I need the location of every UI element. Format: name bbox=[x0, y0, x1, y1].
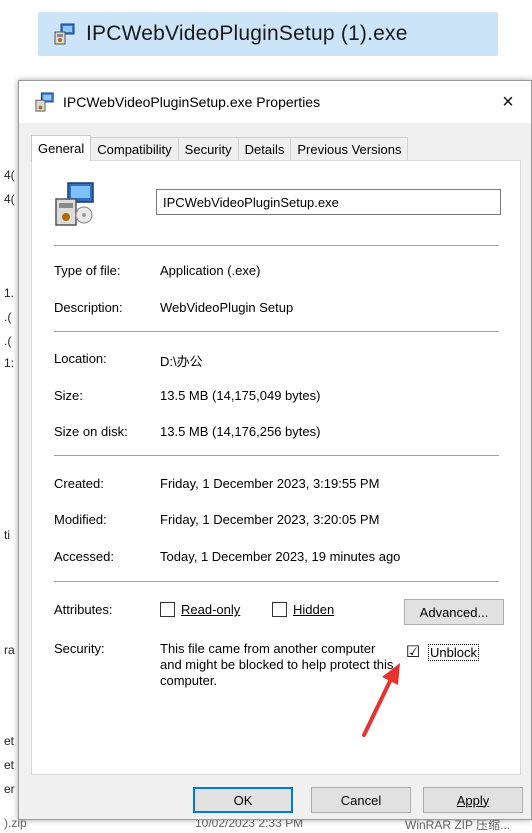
bg-fragment: et bbox=[4, 734, 15, 748]
advanced-button[interactable]: Advanced... bbox=[404, 599, 504, 625]
bg-fragment: et bbox=[4, 758, 15, 772]
checkbox-box[interactable] bbox=[272, 602, 287, 617]
file-banner: IPCWebVideoPluginSetup (1).exe bbox=[0, 0, 532, 68]
readonly-label: Read-only bbox=[181, 602, 241, 617]
bg-fragment: 4( bbox=[4, 168, 15, 182]
tab-security[interactable]: Security bbox=[177, 137, 239, 161]
description-value: WebVideoPlugin Setup bbox=[160, 300, 294, 315]
created-label: Created: bbox=[54, 476, 104, 491]
close-icon: × bbox=[502, 90, 514, 113]
cancel-button[interactable]: Cancel bbox=[311, 787, 411, 813]
size-on-disk-label: Size on disk: bbox=[54, 424, 128, 439]
tab-previous-versions[interactable]: Previous Versions bbox=[290, 137, 409, 161]
hidden-checkbox[interactable]: Hidden bbox=[272, 602, 334, 617]
hidden-label: Hidden bbox=[293, 602, 335, 617]
apply-label: Apply bbox=[456, 792, 490, 808]
selected-file-item[interactable]: IPCWebVideoPluginSetup (1).exe bbox=[38, 12, 498, 56]
size-label: Size: bbox=[54, 388, 83, 403]
bg-fragment: 1. bbox=[4, 286, 15, 300]
bg-fragment: er bbox=[4, 782, 15, 796]
properties-dialog: IPCWebVideoPluginSetup.exe Properties × … bbox=[18, 80, 532, 820]
bg-fragment: ti bbox=[4, 528, 10, 542]
bg-fragment: 1: bbox=[4, 356, 15, 370]
location-label: Location: bbox=[54, 351, 107, 366]
installer-icon bbox=[54, 23, 75, 45]
ok-button[interactable]: OK bbox=[193, 787, 293, 813]
modified-label: Modified: bbox=[54, 512, 107, 527]
dialog-titlebar[interactable]: IPCWebVideoPluginSetup.exe Properties × bbox=[19, 81, 531, 123]
size-value: 13.5 MB (14,175,049 bytes) bbox=[160, 388, 321, 403]
checkbox-checked-icon[interactable]: ☑ bbox=[404, 644, 422, 660]
bg-fragment: ra bbox=[4, 643, 15, 657]
divider bbox=[54, 581, 499, 582]
dialog-title: IPCWebVideoPluginSetup.exe Properties bbox=[63, 94, 321, 110]
location-value: D:\办公 bbox=[160, 354, 203, 369]
divider bbox=[54, 331, 499, 332]
installer-large-icon bbox=[55, 182, 94, 226]
close-button[interactable]: × bbox=[485, 81, 531, 123]
bg-fragment: .( bbox=[4, 334, 12, 348]
divider bbox=[54, 455, 499, 456]
bg-fragment: 4( bbox=[4, 192, 15, 206]
checkbox-box[interactable] bbox=[160, 602, 175, 617]
type-label: Type of file: bbox=[54, 263, 121, 278]
size-on-disk-value: 13.5 MB (14,176,256 bytes) bbox=[160, 424, 321, 439]
description-label: Description: bbox=[54, 300, 123, 315]
banner-filename: IPCWebVideoPluginSetup (1).exe bbox=[86, 22, 408, 45]
security-label: Security: bbox=[54, 641, 105, 656]
accessed-label: Accessed: bbox=[54, 549, 114, 564]
tab-details[interactable]: Details bbox=[237, 137, 292, 161]
unblock-label: Unblock bbox=[428, 644, 479, 661]
readonly-checkbox[interactable]: Read-only bbox=[160, 602, 240, 617]
accessed-value: Today, 1 December 2023, 19 minutes ago bbox=[160, 549, 401, 564]
general-panel: Type of file: Application (.exe) Descrip… bbox=[31, 160, 521, 775]
apply-button[interactable]: Apply bbox=[423, 787, 523, 813]
annotation-arrow-icon bbox=[362, 663, 400, 737]
tab-general[interactable]: General bbox=[31, 135, 92, 161]
bg-fragment: .( bbox=[4, 310, 12, 324]
type-value: Application (.exe) bbox=[160, 263, 261, 278]
tab-compatibility[interactable]: Compatibility bbox=[90, 137, 179, 161]
tab-bar: General Compatibility Security Details P… bbox=[31, 135, 409, 161]
background-explorer-column: 4( 4( 1. .( .( 1: ti ra et et er bbox=[0, 68, 18, 833]
unblock-checkbox[interactable]: ☑ Unblock bbox=[404, 644, 479, 661]
created-value: Friday, 1 December 2023, 3:19:55 PM bbox=[160, 476, 380, 491]
modified-value: Friday, 1 December 2023, 3:20:05 PM bbox=[160, 512, 380, 527]
installer-icon bbox=[35, 92, 54, 112]
divider bbox=[54, 245, 499, 246]
filename-field[interactable] bbox=[156, 189, 501, 215]
attributes-label: Attributes: bbox=[54, 602, 113, 617]
